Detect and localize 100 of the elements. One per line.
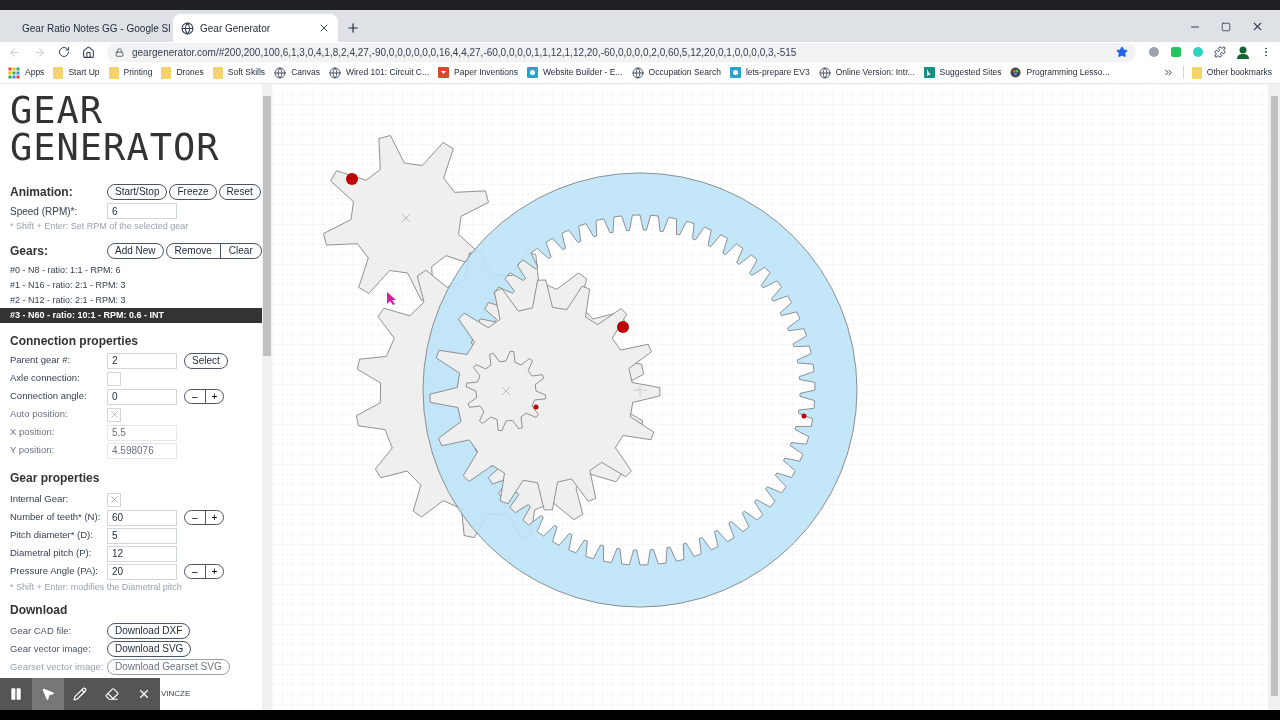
hint-text: * Shift + Enter: modifies the Diametral pitch: [10, 580, 183, 594]
tool-button[interactable]: [32, 678, 64, 710]
clear-button[interactable]: Clear: [220, 244, 261, 258]
restore-icon[interactable]: [1221, 21, 1231, 32]
folder-icon: [161, 66, 172, 79]
bookmark-label: Start Up: [68, 66, 100, 79]
field-label: Gear CAD file:: [10, 623, 73, 638]
download-button[interactable]: Download DXF: [107, 623, 191, 639]
forward-icon[interactable]: [33, 45, 46, 59]
scrollbar[interactable]: [1268, 84, 1280, 710]
text-field[interactable]: 0: [107, 388, 177, 405]
checkbox[interactable]: [107, 492, 121, 507]
bookmark-item[interactable]: Start Up: [53, 66, 100, 79]
remove-button[interactable]: Remove: [166, 244, 221, 258]
plus-button[interactable]: +: [205, 565, 224, 578]
lock-icon: [115, 47, 124, 57]
folder-icon: [1191, 66, 1202, 79]
gear-list-item[interactable]: #0 - N8 - ratio: 1:1 - RPM: 6: [0, 262, 262, 278]
bookmark-item[interactable]: Website Builder - E...: [526, 66, 623, 79]
bookmark-item[interactable]: Soft Skills: [212, 66, 266, 79]
text-field[interactable]: 6: [107, 203, 177, 219]
text-field[interactable]: 20: [107, 563, 177, 580]
cross-icon: [108, 409, 120, 420]
close-window-icon[interactable]: [1251, 20, 1264, 33]
extension-icon[interactable]: [1170, 46, 1182, 58]
bookmark-item[interactable]: Online Version: Intr...: [818, 66, 915, 79]
gear-shape[interactable]: [323, 135, 489, 301]
bookmark-item[interactable]: Canvas: [274, 66, 320, 79]
bookmark-star-icon[interactable]: [1116, 46, 1128, 58]
animation-button[interactable]: Freeze: [169, 184, 217, 200]
field-label: X position:: [10, 425, 56, 440]
bookmark-icon: [526, 67, 538, 78]
home-icon[interactable]: [82, 45, 95, 59]
profile-avatar-icon[interactable]: [1236, 45, 1250, 59]
field-label: Number of teeth* (N):: [10, 510, 102, 525]
bookmark-item[interactable]: Occupation Search: [631, 66, 721, 79]
minus-button[interactable]: –: [185, 565, 206, 578]
bookmark-item[interactable]: Programming Lesso...: [1010, 66, 1110, 79]
close-icon[interactable]: [318, 22, 330, 34]
bookmark-item[interactable]: Printing: [108, 66, 153, 79]
new-tab-icon[interactable]: [346, 21, 360, 35]
bookmark-item[interactable]: Paper Inventions: [438, 66, 518, 79]
reload-icon[interactable]: [58, 46, 70, 58]
text-field[interactable]: 2: [107, 352, 177, 369]
section-heading: Gears:: [10, 243, 50, 260]
scrollbar[interactable]: [262, 84, 272, 710]
gear-list-item[interactable]: #1 - N16 - ratio: 2:1 - RPM: 3: [0, 277, 262, 293]
gear-list-item[interactable]: #3 - N60 - ratio: 10:1 - RPM: 0.6 - INT: [0, 307, 262, 323]
bookmark-item[interactable]: Apps: [8, 66, 45, 79]
section-heading: Gear properties: [10, 469, 101, 487]
extensions-icon[interactable]: [1214, 46, 1226, 58]
pointer-icon: [41, 687, 55, 701]
hint-text: * Shift + Enter: Set RPM of the selected gear: [10, 220, 190, 233]
ring-gear[interactable]: [422, 173, 858, 607]
extension-icon[interactable]: [1192, 46, 1204, 58]
extension-icon[interactable]: [1148, 46, 1160, 58]
globe-icon: [274, 66, 287, 79]
text-field[interactable]: 5: [107, 527, 177, 544]
author-text: VINCZE: [161, 688, 191, 700]
bookmark-icon: [438, 67, 450, 78]
bookmark-label: Wired 101: Circuit C...: [345, 66, 430, 79]
back-icon[interactable]: [8, 45, 21, 59]
gear-list-item[interactable]: #2 - N12 - ratio: 2:1 - RPM: 3: [0, 292, 262, 308]
plus-button[interactable]: +: [205, 511, 224, 524]
marker-dot: [533, 404, 539, 410]
animation-button[interactable]: Reset: [218, 184, 261, 200]
address-bar[interactable]: geargenerator.com/#200,200,100,6,1,3,0,4,1,8,2,4,27,-90,0,0,0,0,0,0,16,4,4,27,-60,0,0,0,0,1,1,12,1,12,20,-60,0,0,0,0,2,0,60,5,12,20,0,1,0,0,0,0,3,-515: [107, 42, 1136, 62]
gear-shape[interactable]: [465, 350, 547, 432]
bookmark-icon: [729, 67, 741, 78]
plus-button[interactable]: +: [205, 390, 224, 403]
bookmark-label: Canvas: [291, 66, 320, 79]
eraser-icon: [105, 687, 119, 701]
bookmark-item[interactable]: lets-prepare EV3: [729, 66, 810, 79]
minus-button[interactable]: –: [185, 390, 206, 403]
section-heading: Connection properties: [10, 332, 139, 350]
bookmark-label: Printing: [123, 66, 153, 79]
mouse-cursor-icon: [387, 292, 396, 305]
bookmark-label: Programming Lesso...: [1026, 66, 1110, 79]
bookmark-label: Website Builder - E...: [542, 66, 623, 79]
bookmark-item[interactable]: Wired 101: Circuit C...: [328, 66, 430, 79]
add-gear-button[interactable]: Add New: [107, 243, 164, 259]
animation-button[interactable]: Start/Stop: [107, 184, 168, 200]
browser-tab[interactable]: Gear Ratio Notes GG - Google Sl: [8, 14, 173, 42]
bookmark-item[interactable]: Suggested Sites: [923, 66, 1002, 79]
more-bookmarks-icon[interactable]: [1162, 67, 1174, 78]
minus-button[interactable]: –: [185, 511, 206, 524]
checkbox[interactable]: [107, 371, 121, 386]
text-field[interactable]: 60: [107, 509, 177, 526]
browser-tab[interactable]: Gear Generator: [173, 14, 338, 42]
bookmark-label: Soft Skills: [227, 66, 266, 79]
bookmark-item[interactable]: Other bookmarks: [1182, 66, 1272, 79]
field-label: Parent gear #:: [10, 353, 72, 368]
select-button[interactable]: Select: [184, 352, 228, 369]
text-field[interactable]: 12: [107, 545, 177, 562]
field-label: Gearset vector image:: [10, 659, 105, 674]
url-text: geargenerator.com/#200,200,100,6,1,3,0,4,1,8,2,4,27,-90,0,0,0,0,0,0,16,4,4,27,-60,0,0,0,0,1,1,12,1,12,20,-60,0,0,0,0,2,0,60,5,12,20,0,1,0,0,0,0,3,-515: [132, 45, 798, 60]
bookmark-item[interactable]: Drones: [161, 66, 204, 79]
marker-dot: [617, 321, 629, 333]
close-icon: [137, 687, 151, 701]
download-button[interactable]: Download SVG: [107, 641, 192, 657]
